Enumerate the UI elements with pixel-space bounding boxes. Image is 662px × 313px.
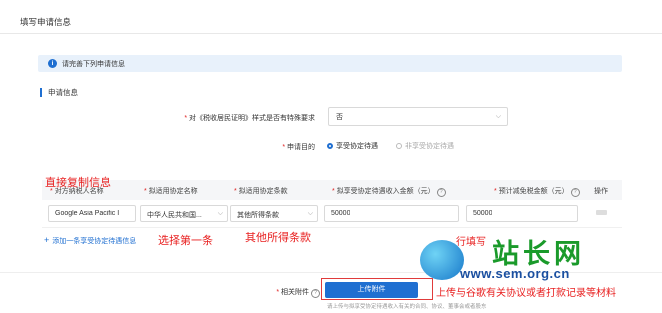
th-clause: * 拟适用协定条款 — [234, 188, 288, 195]
site-watermark: 站长网 www.sem.org.cn — [420, 226, 660, 286]
page-title: 填写申请信息 — [20, 17, 72, 27]
th-reduction: * 预计减免税金额（元） ? — [494, 186, 580, 197]
th-treaty: * 拟适用协定名称 — [144, 188, 198, 195]
add-row-link[interactable]: + 添加一条享受协定待遇信息 — [44, 235, 136, 246]
taxpayer-input[interactable]: Google Asia Pacific I — [48, 205, 136, 222]
info-notice: i 请完善下列申请信息 — [38, 55, 622, 72]
help-icon[interactable]: ? — [311, 289, 320, 298]
annotation-upload-note: 上传与谷歌有关协议或者打款记录等材料 — [436, 288, 616, 299]
radio-checked-icon — [327, 143, 333, 149]
info-icon: i — [48, 59, 57, 68]
purpose-radio-treaty[interactable]: 享受协定待遇 — [327, 141, 378, 151]
application-card: 填写申请信息 i 请完善下列申请信息 申请信息 * 对《税收居民证明》样式是否有… — [0, 0, 662, 313]
th-income: * 拟享受协定待遇收入金额（元） ? — [332, 186, 446, 197]
special-req-value: 否 — [336, 113, 343, 121]
notice-text: 请完善下列申请信息 — [62, 61, 125, 68]
purpose-label: * 申请目的 — [282, 144, 315, 151]
watermark-url: www.sem.org.cn — [460, 266, 570, 281]
treaty-select[interactable]: 中华人民共和国... ⌵ — [140, 205, 228, 222]
income-input[interactable]: 50000 — [324, 205, 459, 222]
special-req-select[interactable]: 否 ⌵ — [328, 107, 508, 126]
upload-highlight-box — [321, 278, 433, 300]
attachment-label: * 相关附件 ? — [250, 287, 320, 298]
chevron-down-icon: ⌵ — [495, 112, 501, 120]
title-divider — [0, 33, 662, 34]
chevron-down-icon: ⌵ — [217, 210, 223, 217]
watermark-logo-icon — [420, 240, 464, 280]
table-header: * 对方纳税人名称 * 拟适用协定名称 * 拟适用协定条款 * 拟享受协定待遇收… — [42, 180, 622, 200]
annotation-copy: 直接复制信息 — [45, 177, 111, 189]
radio-unchecked-icon — [396, 143, 402, 149]
delete-row-icon[interactable] — [596, 210, 607, 215]
plus-icon: + — [44, 235, 50, 245]
annotation-choose-first: 选择第一条 — [158, 235, 213, 247]
clause-select[interactable]: 其他所得条款 ⌵ — [230, 205, 318, 222]
chevron-down-icon: ⌵ — [307, 210, 313, 217]
purpose-radio-non-treaty[interactable]: 非享受协定待遇 — [396, 141, 454, 151]
help-icon[interactable]: ? — [570, 188, 580, 197]
special-req-label: * 对《税收居民证明》样式是否有特殊要求 — [184, 115, 315, 122]
reduction-input[interactable]: 50000 — [466, 205, 578, 222]
section-title: 申请信息 — [40, 88, 78, 97]
help-icon[interactable]: ? — [436, 188, 446, 197]
th-operation: 操作 — [594, 188, 608, 195]
annotation-other-clause: 其他所得条款 — [245, 232, 311, 244]
attachment-hint: 请上传与拟享受协定待遇收入有关的合同、协议、董事会或者股东 — [327, 304, 487, 310]
